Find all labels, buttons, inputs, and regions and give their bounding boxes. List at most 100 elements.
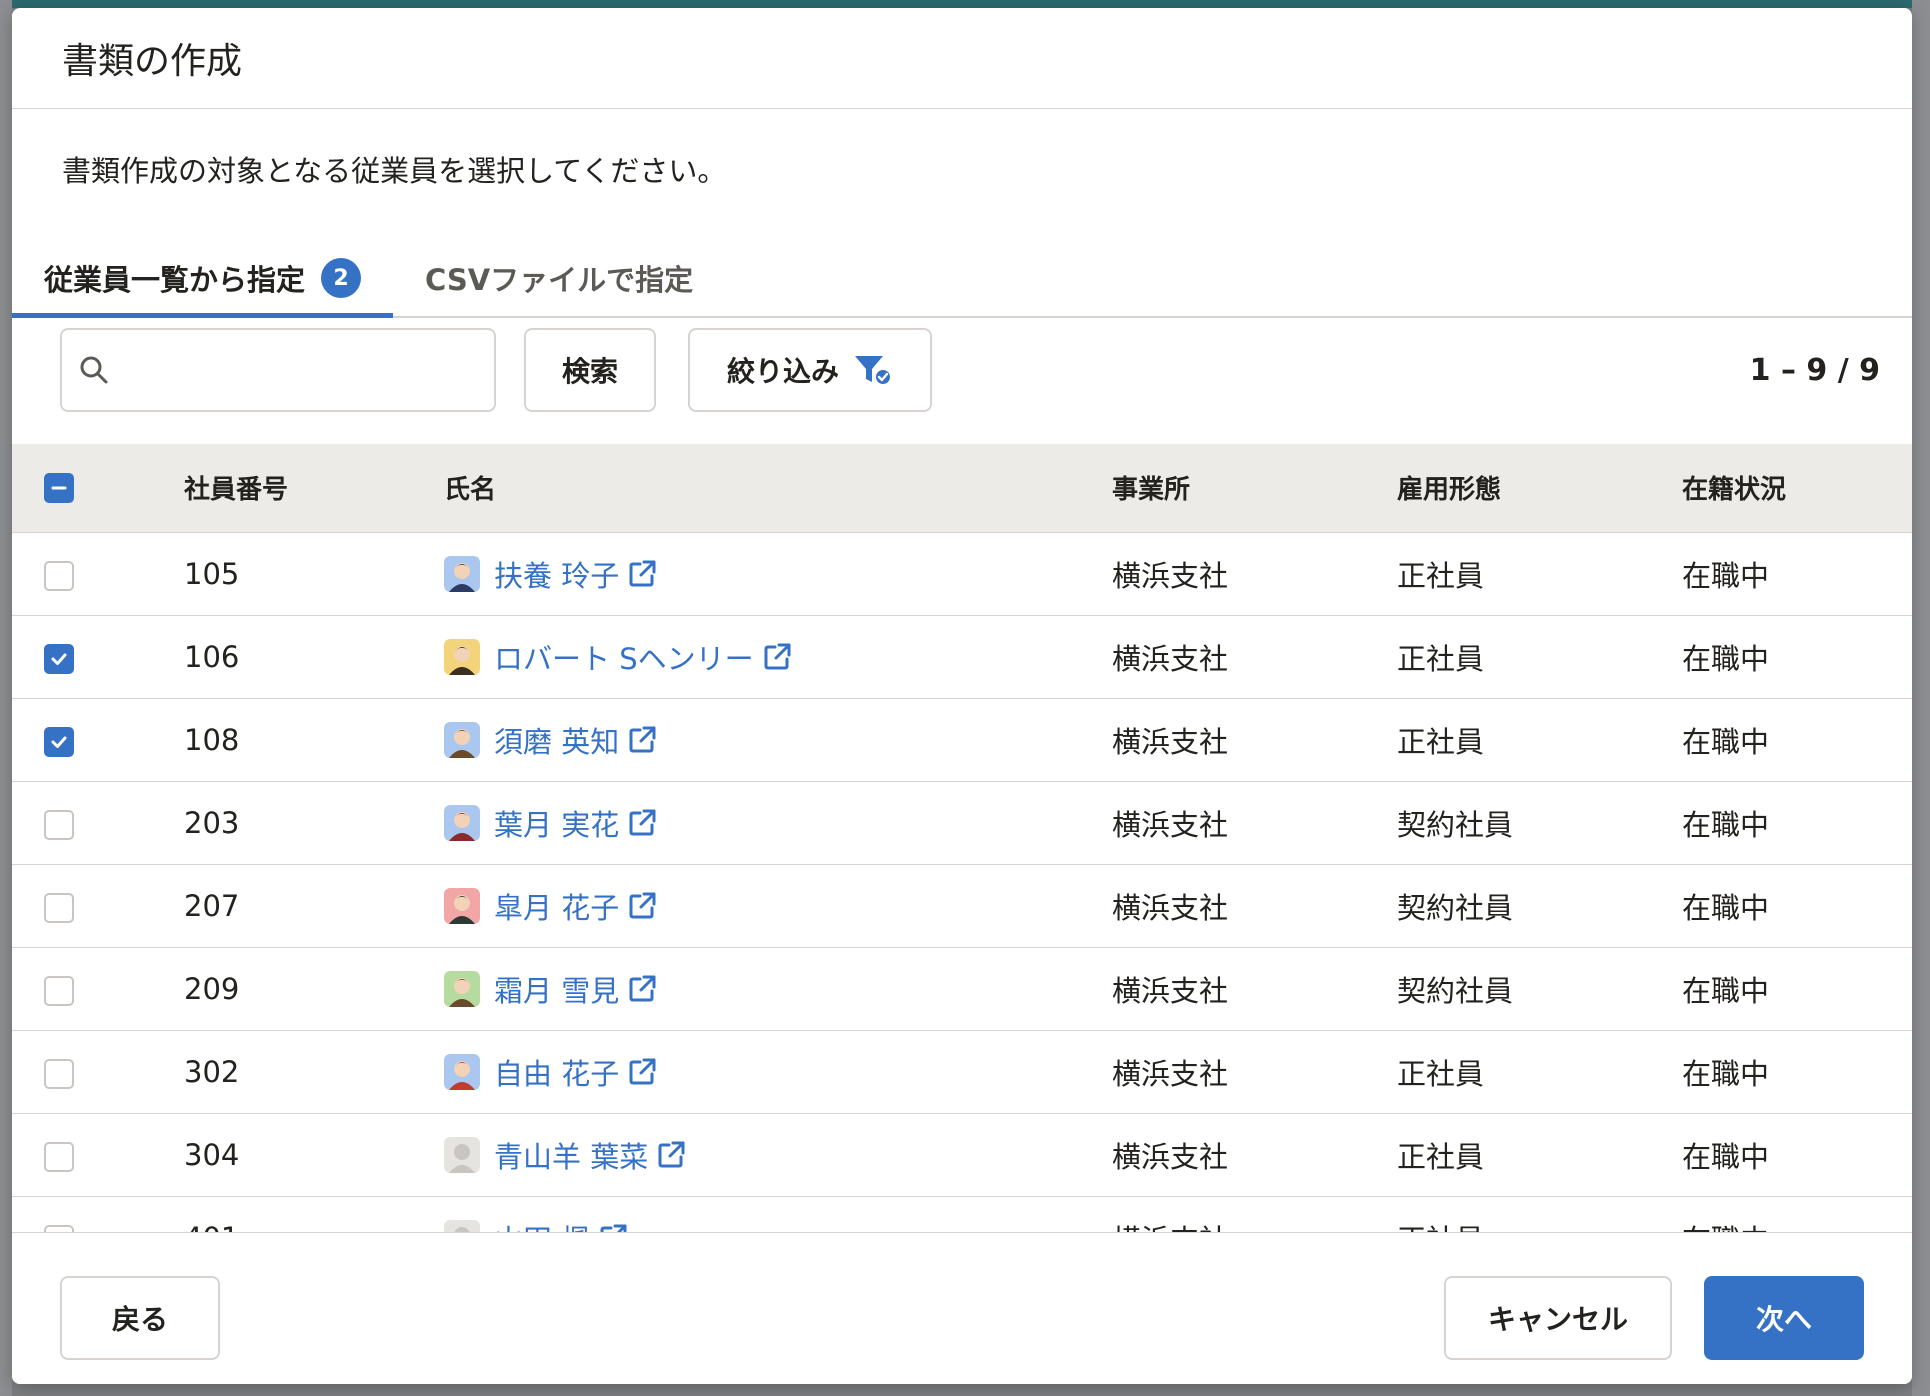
employee-name-link[interactable]: 自由 花子 — [494, 1051, 619, 1093]
external-link-icon[interactable] — [627, 974, 657, 1004]
office: 横浜支社 — [1112, 807, 1229, 842]
result-count: 1 – 9 / 9 — [1749, 352, 1880, 388]
employee-name-link[interactable]: 青山羊 葉菜 — [494, 1134, 648, 1176]
row-checkbox[interactable] — [44, 643, 74, 674]
table-row[interactable]: 106 ロバート Sヘンリー 横浜支社 正社員 在職中 — [12, 615, 1912, 698]
office: 横浜支社 — [1112, 1139, 1229, 1174]
column-header-name[interactable]: 氏名 — [444, 444, 1112, 532]
employee-number: 108 — [184, 722, 240, 757]
next-button[interactable]: 次へ — [1704, 1276, 1864, 1360]
column-header-employment-type[interactable]: 雇用形態 — [1397, 444, 1682, 532]
select-all-cell — [12, 444, 184, 532]
employee-name-link[interactable]: 皐月 花子 — [494, 885, 619, 927]
avatar-male-blue-icon — [444, 721, 480, 758]
employment-type: 正社員 — [1397, 558, 1485, 593]
employment-status: 在職中 — [1682, 1056, 1770, 1091]
external-link-icon[interactable] — [627, 1057, 657, 1087]
employee-table-container: 社員番号 氏名 事業所 雇用形態 在籍状況 105 扶養 玲子 横浜支社 正社員… — [12, 444, 1912, 1246]
search-button[interactable]: 検索 — [524, 328, 656, 412]
office: 横浜支社 — [1112, 973, 1229, 1008]
external-link-icon[interactable] — [627, 559, 657, 589]
employee-name-cell: 自由 花子 — [444, 1030, 1112, 1113]
employee-name-cell: 須磨 英知 — [444, 698, 1112, 781]
row-checkbox[interactable] — [44, 892, 74, 923]
office: 横浜支社 — [1112, 724, 1229, 759]
employee-name-cell: 扶養 玲子 — [444, 532, 1112, 615]
employee-name-link[interactable]: 葉月 実花 — [494, 802, 619, 844]
dialog-footer: 戻る キャンセル 次へ — [12, 1232, 1912, 1384]
background-app-right — [1912, 0, 1930, 1396]
checkbox-cell — [12, 698, 184, 781]
table-row[interactable]: 209 霜月 雪見 横浜支社 契約社員 在職中 — [12, 947, 1912, 1030]
row-checkbox[interactable] — [44, 560, 74, 591]
search-input[interactable] — [120, 335, 494, 405]
employment-status: 在職中 — [1682, 890, 1770, 925]
table-row[interactable]: 203 葉月 実花 横浜支社 契約社員 在職中 — [12, 781, 1912, 864]
employment-status: 在職中 — [1682, 724, 1770, 759]
create-document-dialog: 書類の作成 書類作成の対象となる従業員を選択してください。 従業員一覧から指定 … — [12, 8, 1912, 1384]
back-button[interactable]: 戻る — [60, 1276, 220, 1360]
table-row[interactable]: 207 皐月 花子 横浜支社 契約社員 在職中 — [12, 864, 1912, 947]
avatar-placeholder-icon — [444, 1136, 480, 1173]
minus-icon — [51, 486, 67, 490]
table-row[interactable]: 302 自由 花子 横浜支社 正社員 在職中 — [12, 1030, 1912, 1113]
search-box — [60, 328, 496, 412]
select-all-checkbox[interactable] — [44, 473, 74, 503]
employee-table: 社員番号 氏名 事業所 雇用形態 在籍状況 105 扶養 玲子 横浜支社 正社員… — [12, 444, 1912, 1246]
employee-name-cell: 青山羊 葉菜 — [444, 1113, 1112, 1196]
dialog-header: 書類の作成 — [12, 8, 1912, 109]
employment-type: 正社員 — [1397, 724, 1485, 759]
employment-type: 正社員 — [1397, 1056, 1485, 1091]
checkbox-cell — [12, 947, 184, 1030]
row-checkbox[interactable] — [44, 975, 74, 1006]
column-header-employee-number[interactable]: 社員番号 — [184, 444, 444, 532]
checkbox-cell — [12, 532, 184, 615]
external-link-icon[interactable] — [656, 1140, 686, 1170]
filter-button[interactable]: 絞り込み — [688, 328, 932, 412]
search-icon — [80, 356, 108, 384]
avatar-female-blue-icon — [444, 555, 480, 592]
row-checkbox[interactable] — [44, 1141, 74, 1172]
office: 横浜支社 — [1112, 1056, 1229, 1091]
external-link-icon[interactable] — [762, 642, 792, 672]
office: 横浜支社 — [1112, 890, 1229, 925]
employment-status: 在職中 — [1682, 641, 1770, 676]
employment-status: 在職中 — [1682, 807, 1770, 842]
employment-type: 正社員 — [1397, 641, 1485, 676]
external-link-icon[interactable] — [627, 725, 657, 755]
row-checkbox[interactable] — [44, 1058, 74, 1089]
cancel-button[interactable]: キャンセル — [1444, 1276, 1672, 1360]
dialog-title: 書類の作成 — [62, 41, 243, 82]
checkbox-cell — [12, 615, 184, 698]
row-checkbox[interactable] — [44, 726, 74, 757]
table-header-row: 社員番号 氏名 事業所 雇用形態 在籍状況 — [12, 444, 1912, 532]
filter-label: 絞り込み — [726, 355, 839, 388]
tab-csv-file[interactable]: CSVファイルで指定 — [393, 240, 725, 316]
employee-name-link[interactable]: 霜月 雪見 — [494, 968, 619, 1010]
employment-type: 契約社員 — [1397, 807, 1514, 842]
column-header-status[interactable]: 在籍状況 — [1682, 444, 1912, 532]
office: 横浜支社 — [1112, 558, 1229, 593]
employment-type: 契約社員 — [1397, 890, 1514, 925]
dialog-description: 書類作成の対象となる従業員を選択してください。 — [62, 154, 727, 188]
table-row[interactable]: 108 須磨 英知 横浜支社 正社員 在職中 — [12, 698, 1912, 781]
employee-name-link[interactable]: ロバート Sヘンリー — [494, 636, 754, 678]
tab-employee-list[interactable]: 従業員一覧から指定 2 — [12, 240, 394, 318]
avatar-female-red-icon — [444, 1053, 480, 1090]
toolbar: 検索 絞り込み 1 – 9 / 9 — [60, 328, 1880, 414]
avatar-female-red-glasses-icon — [444, 804, 480, 841]
employee-name-link[interactable]: 扶養 玲子 — [494, 553, 619, 595]
employee-name-cell: 皐月 花子 — [444, 864, 1112, 947]
table-row[interactable]: 304 青山羊 葉菜 横浜支社 正社員 在職中 — [12, 1113, 1912, 1196]
external-link-icon[interactable] — [627, 808, 657, 838]
employee-name-cell: 葉月 実花 — [444, 781, 1112, 864]
employee-name-link[interactable]: 須磨 英知 — [494, 719, 619, 761]
column-header-office[interactable]: 事業所 — [1112, 444, 1397, 532]
table-row[interactable]: 105 扶養 玲子 横浜支社 正社員 在職中 — [12, 532, 1912, 615]
employment-type: 正社員 — [1397, 1139, 1485, 1174]
row-checkbox[interactable] — [44, 809, 74, 840]
checkbox-cell — [12, 1030, 184, 1113]
employee-name-cell: ロバート Sヘンリー — [444, 615, 1112, 698]
employee-number: 207 — [184, 888, 240, 923]
external-link-icon[interactable] — [627, 891, 657, 921]
